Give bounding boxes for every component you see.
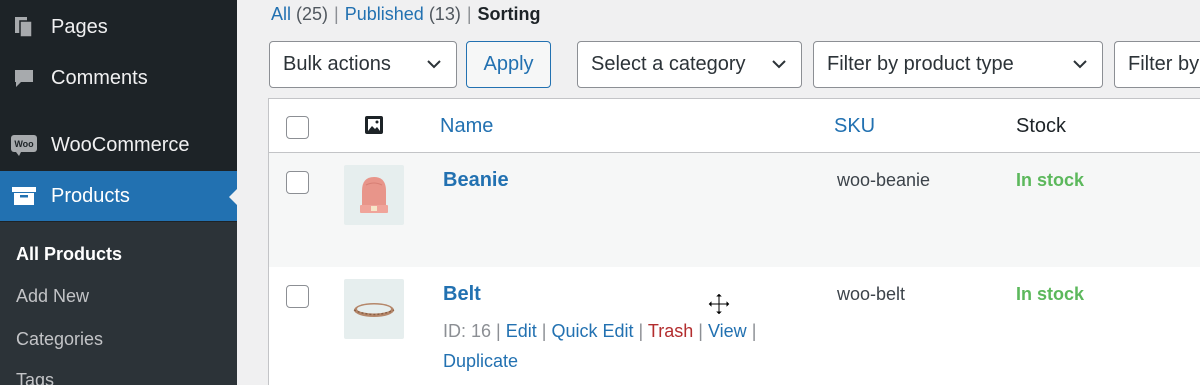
bulk-actions-select[interactable]: Bulk actions	[269, 41, 457, 88]
image-icon	[365, 116, 383, 134]
products-icon	[10, 182, 38, 210]
action-separator: |	[751, 321, 757, 341]
filter-separator: |	[466, 4, 472, 24]
filter-published-link[interactable]: Published	[345, 4, 424, 24]
pages-icon	[10, 13, 38, 41]
table-row: Belt woo-belt In stock ID: 16 | Edit | Q…	[269, 267, 1200, 385]
bulk-actions-value: Bulk actions	[283, 53, 391, 75]
product-type-filter-select[interactable]: Filter by product type	[813, 41, 1103, 88]
row-checkbox[interactable]	[286, 171, 309, 194]
filter-sorting-current[interactable]: Sorting	[478, 4, 541, 24]
product-name-link[interactable]: Belt	[443, 283, 481, 306]
status-filters: All (25) | Published (13) | Sorting	[271, 4, 541, 25]
action-separator: |	[638, 321, 644, 341]
stock-status-filter-select[interactable]: Filter by	[1114, 41, 1200, 88]
edit-link[interactable]: Edit	[506, 321, 537, 341]
submenu-add-new[interactable]: Add New	[16, 286, 89, 307]
chevron-down-icon	[772, 60, 786, 69]
chevron-down-icon	[427, 60, 441, 69]
sidebar-item-pages[interactable]: Pages	[0, 2, 237, 52]
filter-all-link[interactable]: All	[271, 4, 291, 24]
submenu-all-products[interactable]: All Products	[16, 244, 122, 265]
woocommerce-icon-text: Woo	[14, 139, 34, 149]
quick-edit-link[interactable]: Quick Edit	[552, 321, 634, 341]
product-name-link[interactable]: Beanie	[443, 169, 509, 192]
action-separator: |	[698, 321, 703, 341]
column-header-sku[interactable]: SKU	[834, 115, 875, 138]
trash-link[interactable]: Trash	[648, 321, 693, 341]
apply-button[interactable]: Apply	[466, 41, 551, 88]
select-all-checkbox[interactable]	[286, 116, 309, 139]
column-header-name[interactable]: Name	[440, 115, 493, 138]
action-separator: |	[541, 321, 547, 341]
submenu-tags[interactable]: Tags	[16, 370, 54, 385]
sidebar-item-label: Pages	[51, 15, 108, 38]
product-thumbnail[interactable]	[344, 165, 404, 225]
comments-icon	[10, 64, 38, 92]
filter-published-count: (13)	[428, 4, 461, 24]
category-filter-select[interactable]: Select a category	[577, 41, 802, 88]
filter-separator: |	[334, 4, 339, 24]
product-thumbnail[interactable]	[344, 279, 404, 339]
table-row: Beanie woo-beanie In stock	[269, 153, 1200, 267]
row-actions: ID: 16 | Edit | Quick Edit | Trash | Vie…	[443, 316, 803, 376]
sidebar-item-comments[interactable]: Comments	[0, 53, 237, 103]
category-filter-value: Select a category	[591, 53, 746, 75]
product-sku: woo-belt	[837, 284, 906, 304]
woocommerce-icon: Woo	[10, 131, 38, 159]
sidebar-item-label: Comments	[51, 66, 148, 89]
column-header-stock: Stock	[1016, 115, 1067, 137]
submenu-categories[interactable]: Categories	[16, 329, 103, 350]
sidebar-item-label: WooCommerce	[51, 133, 190, 156]
beanie-image	[360, 177, 388, 213]
product-id: ID: 16	[443, 321, 492, 341]
stock-status-badge: In stock	[1016, 170, 1085, 190]
stock-status-badge: In stock	[1016, 284, 1085, 304]
row-checkbox[interactable]	[286, 285, 309, 308]
view-link[interactable]: View	[708, 321, 747, 341]
filter-all-count: (25)	[296, 4, 329, 24]
products-table: Name SKU Stock Beanie woo-beanie In stoc…	[268, 98, 1200, 385]
products-submenu: All Products Add New Categories Tags	[0, 222, 237, 385]
sidebar-item-woocommerce[interactable]: Woo WooCommerce	[0, 120, 237, 170]
product-type-filter-value: Filter by product type	[827, 53, 1014, 75]
action-separator: |	[496, 321, 501, 341]
sidebar-item-label: Products	[51, 184, 130, 207]
belt-image	[353, 303, 395, 317]
product-sku: woo-beanie	[837, 170, 931, 190]
move-cursor-icon	[707, 292, 731, 316]
duplicate-link[interactable]: Duplicate	[443, 351, 518, 371]
table-header: Name SKU Stock	[269, 99, 1200, 153]
chevron-down-icon	[1073, 60, 1087, 69]
sidebar-item-products[interactable]: Products	[0, 171, 238, 221]
admin-sidebar: Pages Comments Woo WooCommerce Products …	[0, 0, 238, 385]
stock-status-filter-value: Filter by	[1128, 53, 1200, 75]
